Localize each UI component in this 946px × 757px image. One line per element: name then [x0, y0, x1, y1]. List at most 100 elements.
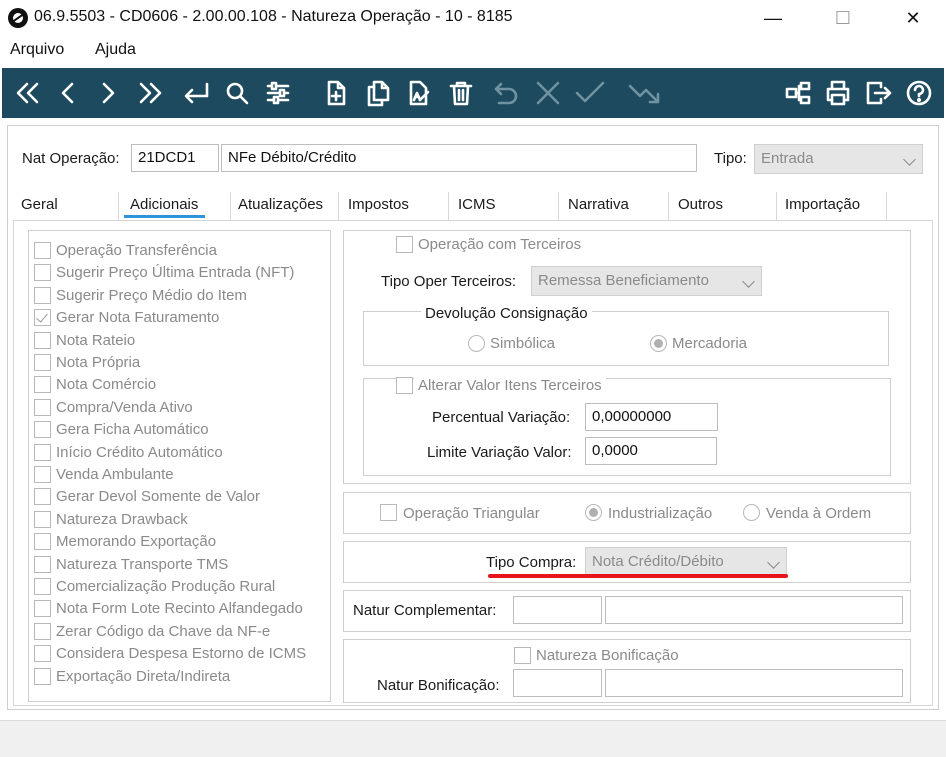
option-checkbox[interactable]	[34, 421, 51, 438]
tab-icms[interactable]: ICMS	[458, 196, 496, 218]
option-checkbox[interactable]	[34, 623, 51, 640]
tab-outros[interactable]: Outros	[678, 196, 723, 218]
natureza-bonificacao-checkbox[interactable]	[514, 647, 531, 664]
tipo-compra-select[interactable]: Nota Crédito/Débito	[585, 547, 787, 577]
option-checkbox[interactable]	[34, 668, 51, 685]
venda-ordem-radio[interactable]	[743, 504, 760, 521]
undo-button[interactable]	[488, 68, 524, 118]
alterar-valor-label: Alterar Valor Itens Terceiros	[414, 377, 606, 394]
tab-narrativa[interactable]: Narrativa	[568, 196, 629, 218]
copy-document-button[interactable]	[360, 68, 396, 118]
tab-separator	[230, 192, 231, 220]
first-record-button[interactable]	[10, 68, 46, 118]
tab-geral[interactable]: Geral	[21, 196, 58, 218]
previous-record-button[interactable]	[52, 68, 84, 118]
tab-importacao[interactable]: Importação	[785, 196, 860, 218]
toolbar	[2, 68, 944, 118]
first-icon	[16, 82, 39, 104]
tipo-oper-terceiros-value: Remessa Beneficiamento	[538, 272, 709, 289]
option-label: Gerar Devol Somente de Valor	[56, 488, 260, 505]
active-tab-indicator	[124, 215, 205, 218]
nat-operacao-code-field[interactable]: 21DCD1	[131, 144, 219, 172]
tab-impostos[interactable]: Impostos	[348, 196, 409, 218]
export-button[interactable]	[624, 68, 666, 118]
menu-arquivo[interactable]: Arquivo	[10, 41, 64, 59]
maximize-button[interactable]: ☐	[820, 4, 866, 32]
venda-ordem-label: Venda à Ordem	[766, 505, 872, 522]
last-icon	[139, 82, 162, 104]
copy-doc-icon	[367, 80, 390, 107]
option-checkbox[interactable]	[34, 533, 51, 550]
help-button[interactable]	[900, 68, 938, 118]
option-checkbox[interactable]	[34, 332, 51, 349]
close-button[interactable]: ✕	[890, 4, 936, 32]
tipo-select-value: Entrada	[761, 150, 814, 167]
natur-complementar-desc-field[interactable]	[605, 596, 903, 624]
new-doc-icon	[327, 80, 346, 106]
tab-atualizacoes[interactable]: Atualizações	[238, 196, 323, 218]
limite-variacao-field[interactable]: 0,0000	[585, 437, 717, 465]
option-checkbox[interactable]	[34, 399, 51, 416]
tipo-select[interactable]: Entrada	[754, 144, 923, 174]
option-checkbox[interactable]	[34, 242, 51, 259]
option-checkbox[interactable]	[34, 600, 51, 617]
operacao-terceiros-checkbox[interactable]	[396, 236, 413, 253]
natur-bonificacao-desc-field[interactable]	[605, 669, 903, 697]
option-checkbox[interactable]	[34, 578, 51, 595]
confirm-icon	[575, 81, 605, 103]
tab-separator	[118, 192, 119, 220]
search-button[interactable]	[220, 68, 254, 118]
option-checkbox[interactable]	[34, 556, 51, 573]
export-icon	[628, 84, 660, 104]
option-checkbox[interactable]	[34, 645, 51, 662]
filter-button[interactable]	[260, 68, 296, 118]
option-checkbox[interactable]	[34, 511, 51, 528]
percentual-variacao-label: Percentual Variação:	[432, 409, 571, 426]
exit-button[interactable]	[860, 68, 896, 118]
percentual-variacao-field[interactable]: 0,00000000	[585, 403, 718, 431]
option-label: Gera Ficha Automático	[56, 421, 209, 438]
option-checkbox[interactable]	[34, 287, 51, 304]
option-checkbox[interactable]	[34, 264, 51, 281]
operacao-triangular-checkbox[interactable]	[380, 504, 397, 521]
tipo-oper-terceiros-label: Tipo Oper Terceiros:	[381, 273, 517, 290]
search-icon	[226, 82, 249, 105]
enter-button[interactable]	[176, 68, 216, 118]
cancel-button[interactable]	[530, 68, 566, 118]
nat-operacao-desc-field[interactable]: NFe Débito/Crédito	[221, 144, 697, 172]
tipo-oper-terceiros-select[interactable]: Remessa Beneficiamento	[531, 266, 762, 296]
minimize-button[interactable]: —	[750, 4, 796, 32]
delete-button[interactable]	[444, 68, 478, 118]
option-label: Início Crédito Automático	[56, 444, 223, 461]
cancel-icon	[536, 81, 560, 105]
option-checkbox[interactable]	[34, 354, 51, 371]
last-record-button[interactable]	[132, 68, 168, 118]
tipo-compra-label: Tipo Compra:	[486, 554, 577, 571]
option-checkbox[interactable]	[34, 309, 51, 326]
alterar-valor-checkbox[interactable]	[396, 377, 413, 394]
option-checkbox[interactable]	[34, 376, 51, 393]
option-checkbox[interactable]	[34, 488, 51, 505]
operacao-terceiros-label: Operação com Terceiros	[418, 236, 582, 253]
print-icon	[826, 80, 850, 106]
mercadoria-radio[interactable]	[650, 335, 667, 352]
option-checkbox[interactable]	[34, 444, 51, 461]
edit-doc-icon	[409, 80, 430, 106]
simbolica-radio[interactable]	[468, 335, 485, 352]
option-label: Natureza Transporte TMS	[56, 556, 229, 573]
industrializacao-radio[interactable]	[585, 504, 602, 521]
option-checkbox[interactable]	[34, 466, 51, 483]
tipo-label: Tipo:	[714, 150, 747, 167]
edit-document-button[interactable]	[402, 68, 436, 118]
prev-icon	[61, 82, 74, 104]
next-record-button[interactable]	[92, 68, 124, 118]
new-document-button[interactable]	[320, 68, 352, 118]
natur-bonificacao-code-field[interactable]	[513, 669, 602, 697]
tipo-compra-value: Nota Crédito/Débito	[592, 553, 724, 570]
confirm-button[interactable]	[570, 68, 610, 118]
natur-complementar-code-field[interactable]	[513, 596, 602, 624]
print-button[interactable]	[820, 68, 856, 118]
hierarchy-button[interactable]	[780, 68, 816, 118]
option-label: Nota Comércio	[56, 376, 157, 393]
menu-ajuda[interactable]: Ajuda	[95, 41, 136, 59]
